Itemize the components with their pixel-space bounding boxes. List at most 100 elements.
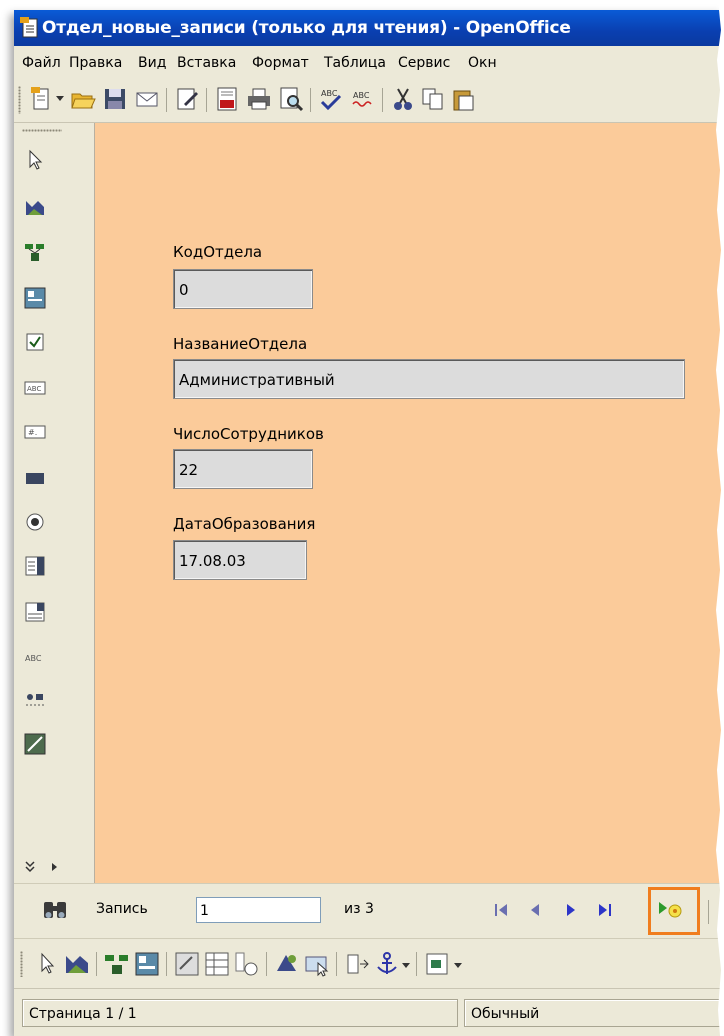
field-label-dept-name: НазваниеОтдела [173,335,308,353]
select-pointer-icon[interactable] [34,951,60,977]
record-number-input[interactable]: 1 [196,897,321,923]
email-icon[interactable] [134,86,160,112]
title-bar: Отдел_новые_записи (только для чтения) -… [14,10,724,46]
toolbar-separator [166,952,167,976]
toolbar-overflow-icon[interactable] [24,859,64,875]
menu-file[interactable]: Файл [22,55,61,71]
application-window: Отдел_новые_записи (только для чтения) -… [14,10,724,1036]
field-label-employee-count: ЧислоСотрудников [173,425,324,443]
new-record-icon[interactable] [656,898,686,922]
status-bar: Страница 1 / 1 Обычный [14,988,724,1036]
add-field-icon[interactable] [234,951,260,977]
next-record-icon[interactable] [560,899,582,921]
first-record-icon[interactable] [490,899,512,921]
form-design-icon[interactable] [24,287,46,309]
svg-text:#.: #. [28,428,37,437]
chevron-down-icon[interactable] [402,961,410,969]
form-navigator-icon[interactable] [24,241,46,263]
form-canvas: КодОтдела 0 НазваниеОтдела Административ… [94,123,724,883]
form-properties-icon[interactable] [134,951,160,977]
spellcheck-icon[interactable]: ABC [318,86,344,112]
toolbar-separator [310,88,311,112]
paste-icon[interactable] [450,86,476,112]
more-controls-icon[interactable] [24,689,46,711]
autospellcheck-icon[interactable]: ABC [350,86,376,112]
toolbar-separator [206,88,207,112]
svg-text:ABC: ABC [25,654,42,663]
activation-order-icon[interactable] [274,951,300,977]
print-icon[interactable] [246,86,272,112]
chevron-down-icon[interactable] [56,94,64,102]
form-navigator-icon[interactable] [104,951,130,977]
toolbar-separator [708,900,709,924]
toolbar-grip[interactable] [18,86,21,114]
page-indicator[interactable]: Страница 1 / 1 [22,999,458,1027]
print-preview-icon[interactable] [278,86,304,112]
anchor-icon[interactable] [374,951,400,977]
label-field-icon[interactable]: ABC [24,647,46,669]
record-count-label: из 3 [344,901,374,917]
previous-record-icon[interactable] [524,899,546,921]
svg-text:ABC: ABC [353,91,370,100]
copy-icon[interactable] [420,86,446,112]
standard-toolbar: ABC ABC [14,78,724,123]
list-box-icon[interactable] [24,555,46,577]
field-label-dept-code: КодОтдела [173,243,263,261]
push-button-icon[interactable] [24,467,46,489]
toolbar-separator [166,88,167,112]
edit-file-icon[interactable] [174,86,200,112]
menu-view[interactable]: Вид [138,55,166,71]
design-mode-icon[interactable] [24,197,46,219]
control-properties-icon[interactable] [174,951,200,977]
design-mode-icon[interactable] [64,951,90,977]
toolbar-grip[interactable] [20,951,23,977]
bring-to-front-icon[interactable] [424,951,450,977]
cut-icon[interactable] [390,86,416,112]
formatted-field-icon[interactable]: #. [24,421,46,443]
employee-count-field[interactable]: 22 [173,449,313,489]
window-title: Отдел_новые_записи (только для чтения) -… [42,18,571,38]
page-style-indicator[interactable]: Обычный [464,999,724,1027]
form-controls-toolbar: ABC #. ABC [14,123,94,883]
export-pdf-icon[interactable] [214,86,240,112]
svg-text:ABC: ABC [27,385,41,393]
save-icon[interactable] [102,86,128,112]
menu-table[interactable]: Таблица [324,55,386,71]
toolbar-separator [336,952,337,976]
menu-bar: Файл Правка Вид Вставка Формат Таблица С… [14,46,724,78]
find-record-icon[interactable] [42,898,68,922]
new-document-icon[interactable] [28,86,54,112]
menu-edit[interactable]: Правка [69,55,122,71]
option-button-icon[interactable] [24,511,46,533]
toolbar-grip[interactable] [22,129,62,132]
toolbar-separator [96,952,97,976]
torn-edge-decoration [716,0,724,1036]
tab-order-icon[interactable] [204,951,230,977]
menu-tools[interactable]: Сервис [398,55,450,71]
checkbox-icon[interactable] [24,331,46,353]
form-design-toolbar [14,938,724,989]
toolbar-separator [382,88,383,112]
toolbar-separator [266,952,267,976]
open-in-design-mode-icon[interactable] [304,951,330,977]
menu-window[interactable]: Окн [468,55,497,71]
svg-text:ABC: ABC [321,89,338,98]
open-folder-icon[interactable] [70,86,96,112]
last-record-icon[interactable] [594,899,616,921]
dept-code-field[interactable]: 0 [173,269,313,309]
toolbar-separator [416,952,417,976]
field-label-founded-date: ДатаОбразования [173,515,316,533]
writer-document-icon [20,17,38,38]
text-box-icon[interactable]: ABC [24,377,46,399]
founded-date-field[interactable]: 17.08.03 [173,540,307,580]
menu-insert[interactable]: Вставка [177,55,236,71]
form-design-toolbar-icon[interactable] [24,733,46,755]
chevron-down-icon[interactable] [454,961,462,969]
select-pointer-icon[interactable] [24,149,46,171]
dept-name-field[interactable]: Административный [173,359,685,399]
record-navigation-bar: Запись 1 из 3 [14,883,724,939]
menu-format[interactable]: Формат [252,55,309,71]
combo-box-icon[interactable] [24,601,46,623]
position-size-icon[interactable] [344,951,370,977]
record-label: Запись [96,901,148,917]
